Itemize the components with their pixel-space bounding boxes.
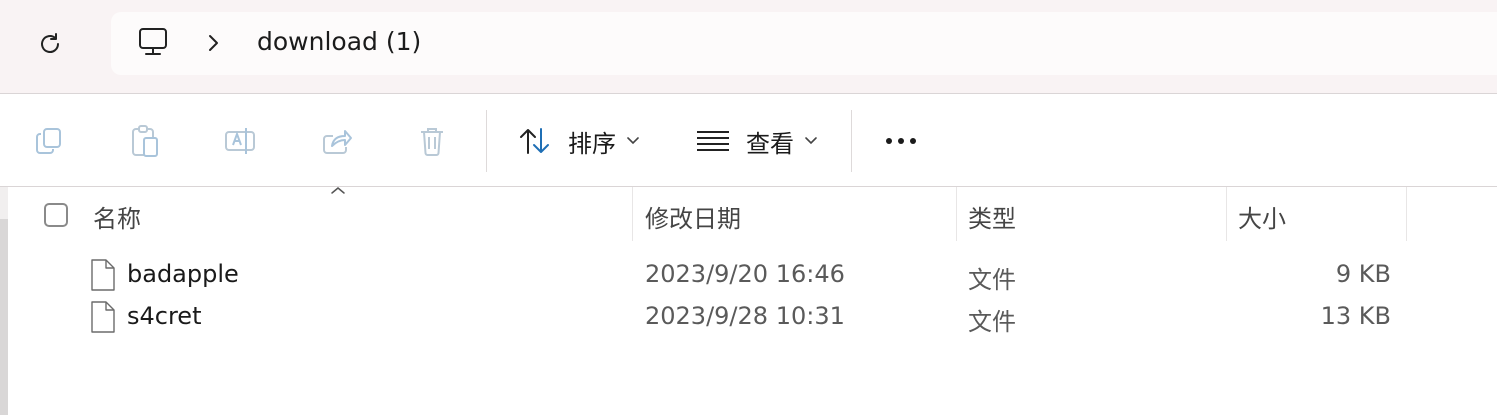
sort-arrows-icon (520, 128, 549, 154)
computer-icon[interactable] (137, 26, 169, 58)
select-all-checkbox[interactable] (44, 203, 68, 227)
file-modified: 2023/9/20 16:46 (645, 260, 845, 288)
copy-button[interactable] (26, 120, 72, 162)
file-name[interactable]: s4cret (127, 302, 201, 330)
view-button[interactable]: 查看 (696, 120, 818, 162)
file-icon (91, 259, 115, 291)
more-options-button[interactable] (876, 120, 926, 162)
paste-button[interactable] (122, 120, 168, 162)
sort-button[interactable]: 排序 (518, 120, 640, 162)
file-name[interactable]: badapple (127, 260, 239, 288)
sort-ascending-icon (331, 187, 345, 194)
sort-label: 排序 (568, 129, 616, 158)
command-bar: 排序 查看 (0, 93, 1497, 187)
paste-icon (132, 125, 158, 157)
column-divider[interactable] (1226, 187, 1227, 241)
rename-icon (225, 128, 255, 154)
address-bar-row: download (1) (0, 0, 1497, 93)
view-label: 查看 (746, 129, 794, 158)
column-divider[interactable] (1406, 187, 1407, 241)
delete-button[interactable] (409, 120, 455, 162)
file-size: 9 KB (1335, 260, 1391, 288)
column-header-modified[interactable]: 修改日期 (645, 199, 741, 234)
refresh-icon (41, 33, 59, 53)
copy-icon (36, 128, 61, 154)
column-header-size[interactable]: 大小 (1238, 199, 1286, 234)
column-divider[interactable] (632, 187, 633, 241)
column-header-name[interactable]: 名称 (93, 199, 141, 234)
file-type: 文件 (968, 266, 1016, 294)
toolbar-divider (486, 110, 487, 172)
column-divider[interactable] (956, 187, 957, 241)
address-box[interactable]: download (1) (111, 12, 1497, 75)
delete-icon (421, 128, 443, 156)
share-button[interactable] (314, 120, 360, 162)
file-modified: 2023/9/28 10:31 (645, 302, 845, 330)
chevron-right-icon[interactable] (203, 32, 223, 54)
chevron-down-icon (805, 137, 817, 145)
nav-pane-edge[interactable] (0, 187, 8, 415)
toolbar-divider (851, 110, 852, 172)
column-header-row: 名称 修改日期 类型 大小 (8, 187, 1497, 241)
view-lines-icon (697, 131, 729, 151)
refresh-button[interactable] (26, 22, 74, 66)
nav-pane-edge-top (0, 187, 8, 219)
column-header-type[interactable]: 类型 (968, 199, 1016, 234)
share-icon (323, 130, 352, 154)
file-row[interactable]: badapple 2023/9/20 16:46 文件 9 KB (8, 254, 1497, 296)
file-size: 13 KB (1320, 302, 1391, 330)
more-dots-icon (886, 138, 916, 144)
breadcrumb-current-folder[interactable]: download (1) (257, 27, 421, 56)
file-row[interactable]: s4cret 2023/9/28 10:31 文件 13 KB (8, 296, 1497, 338)
rename-button[interactable] (218, 120, 264, 162)
file-type: 文件 (968, 308, 1016, 336)
file-icon (91, 301, 115, 333)
chevron-down-icon (627, 137, 639, 145)
